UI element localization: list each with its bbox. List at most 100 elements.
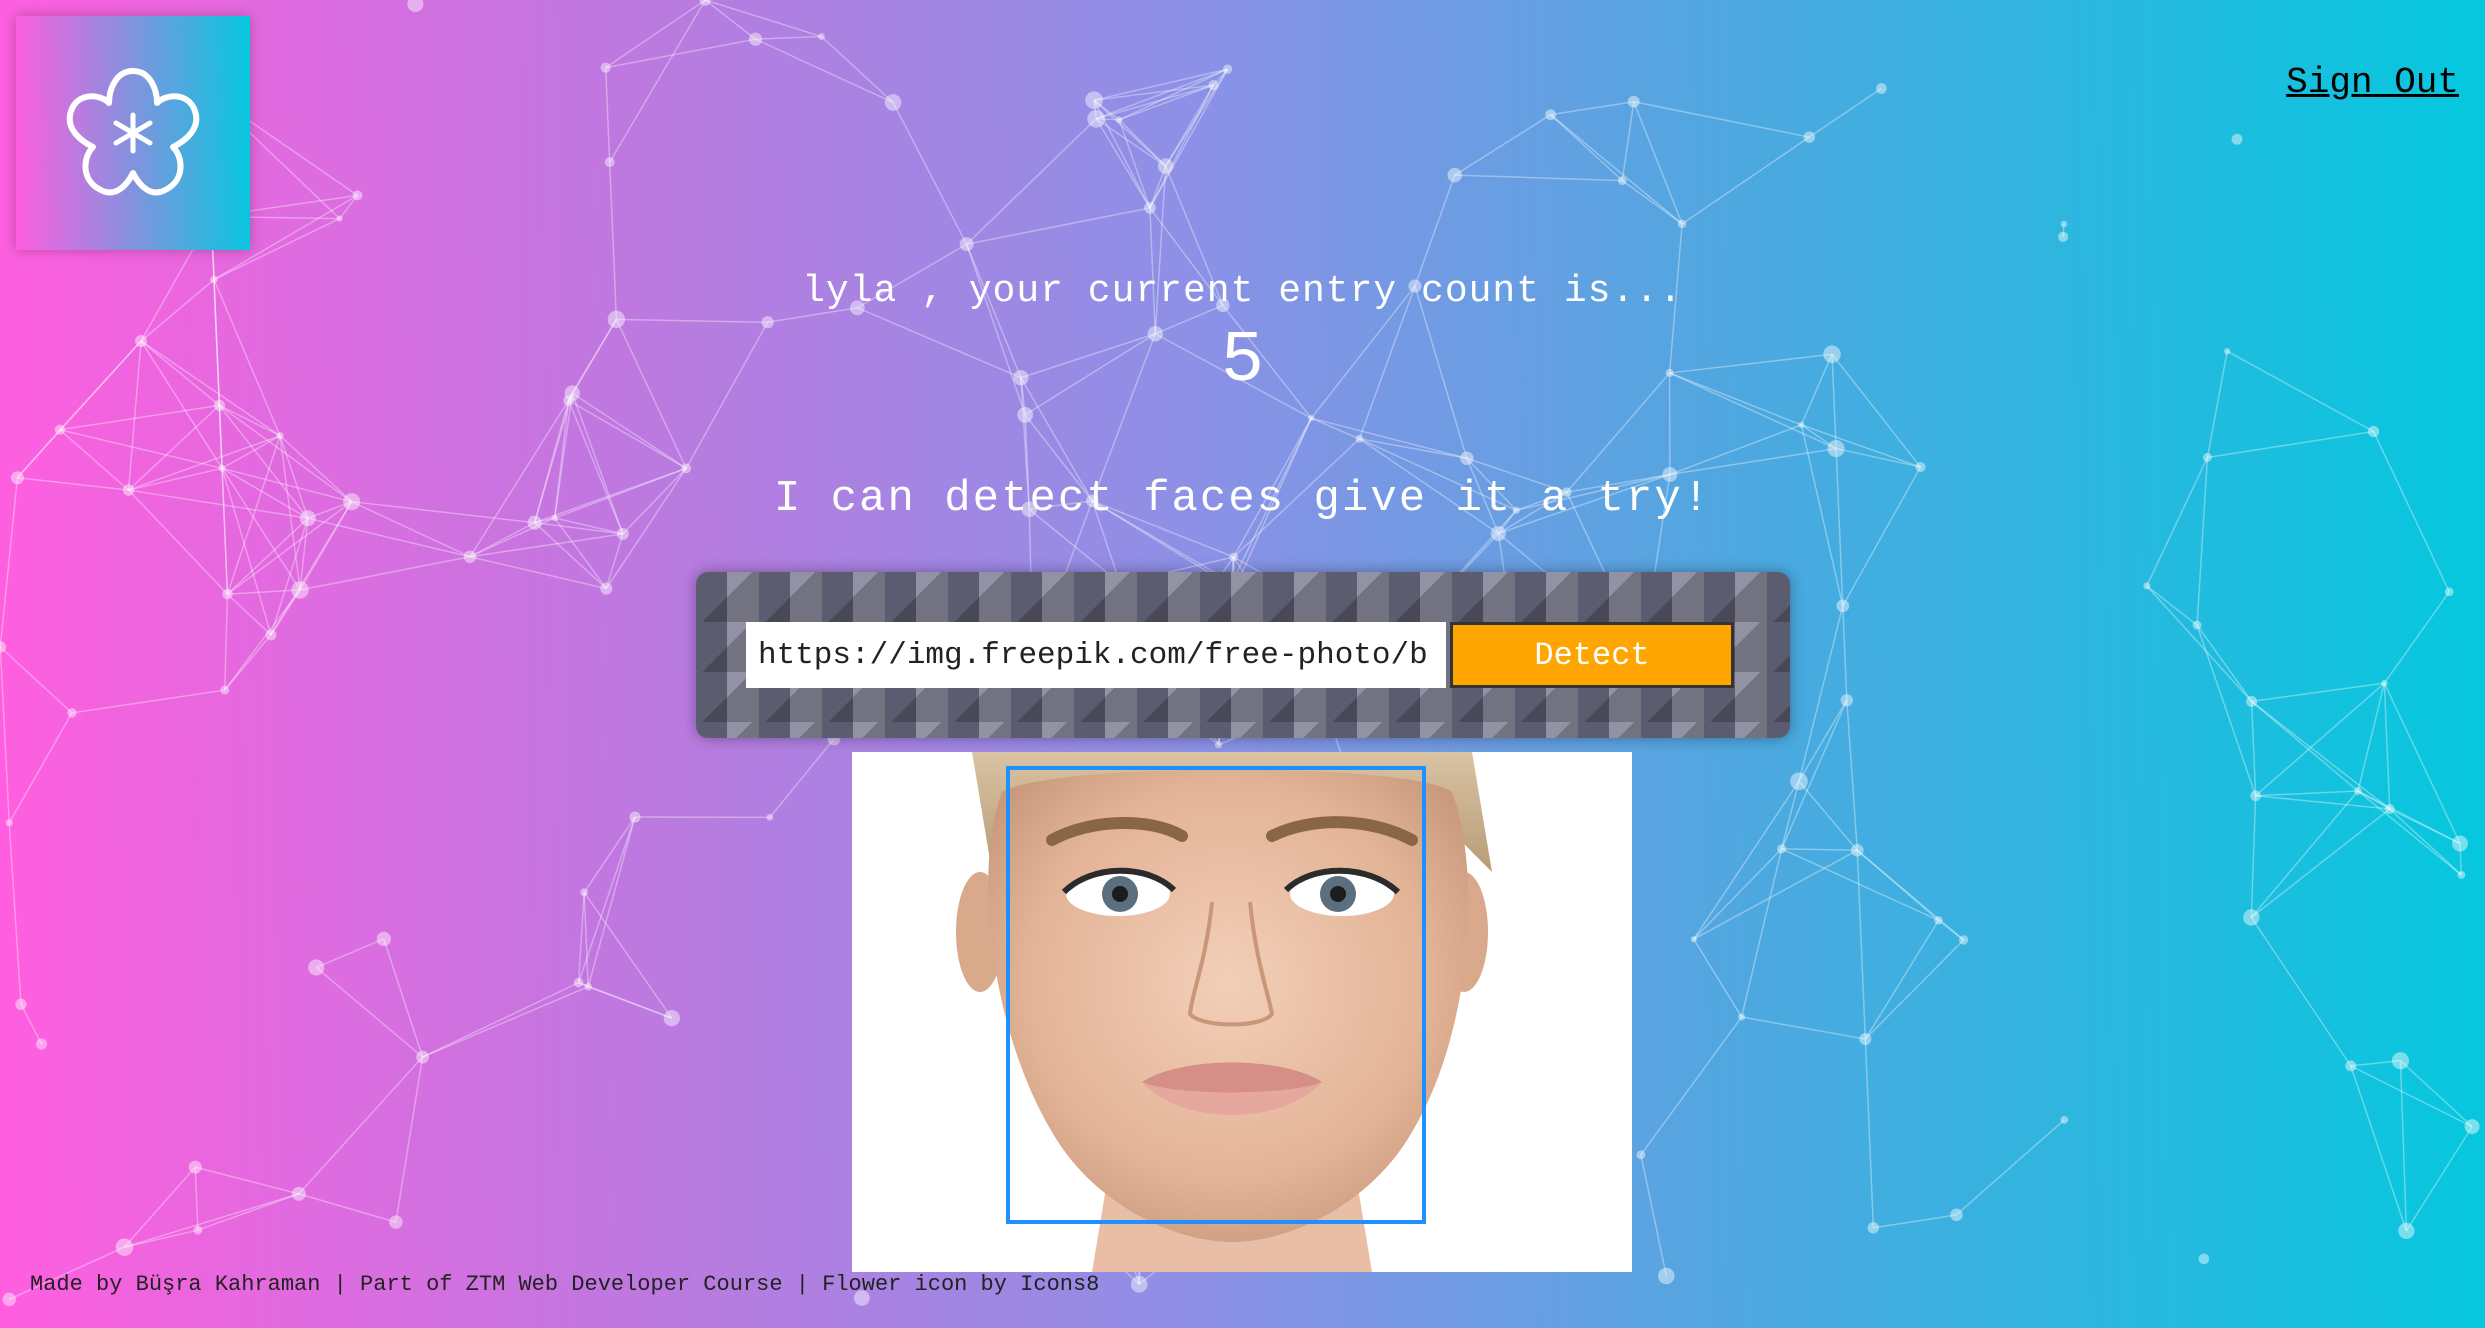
particle-dot <box>2192 620 2202 630</box>
particle-link <box>2350 1065 2473 1128</box>
particle-link <box>583 816 636 893</box>
particle-link <box>219 404 281 437</box>
particle-link <box>609 0 706 163</box>
particle-link <box>1093 84 1214 101</box>
particle-link <box>2250 917 2352 1067</box>
logo[interactable] <box>16 16 250 250</box>
particle-dot <box>15 998 27 1011</box>
sign-out-link[interactable]: Sign Out <box>2286 62 2459 103</box>
particle-link <box>2250 701 2257 796</box>
image-url-input[interactable] <box>746 622 1446 688</box>
particle-dot <box>1777 844 1787 854</box>
particle-dot <box>1840 694 1853 707</box>
particle-link <box>1864 939 1965 1040</box>
particle-link <box>307 517 471 558</box>
particle-link <box>1864 1039 1875 1228</box>
particle-link <box>2389 808 2462 876</box>
particle-dot <box>54 424 66 435</box>
particle-dot <box>2202 452 2212 462</box>
particle-dot <box>1827 439 1845 458</box>
particle-dot <box>352 190 363 201</box>
particle-link <box>583 892 589 987</box>
particle-dot <box>308 959 325 976</box>
particle-link <box>422 986 589 1058</box>
particle-dot <box>884 94 902 111</box>
particle-link <box>578 981 673 1019</box>
particle-link <box>2250 795 2257 918</box>
particle-link <box>0 646 10 823</box>
particle-link <box>2250 790 2359 918</box>
particle-link <box>2399 1060 2473 1128</box>
particle-link <box>1149 84 1215 209</box>
particle-dot <box>1208 79 1219 91</box>
page-tagline: I can detect faces give it a try! <box>773 474 1712 524</box>
particle-dot <box>2398 1222 2415 1240</box>
particle-dot <box>115 1238 134 1256</box>
particle-dot <box>2243 909 2260 926</box>
particle-link <box>2350 1065 2408 1232</box>
particle-link <box>1856 850 1867 1040</box>
particle-dot <box>1677 219 1687 229</box>
particle-dot <box>2231 133 2243 145</box>
particle-dot <box>222 588 233 600</box>
particle-dot <box>1915 461 1926 473</box>
particle-link <box>2196 624 2253 702</box>
particle-dot <box>1017 406 1034 423</box>
particle-dot <box>291 581 309 599</box>
particle-dot <box>681 463 692 474</box>
particle-link <box>2405 1126 2473 1232</box>
particle-link <box>2146 585 2253 702</box>
particle-dot <box>2354 787 2362 795</box>
particle-dot <box>580 888 589 897</box>
particle-dot <box>2444 587 2454 597</box>
particle-link <box>298 1193 397 1223</box>
particle-dot <box>1115 116 1123 124</box>
particle-dot <box>2381 679 2388 687</box>
particle-dot <box>1144 202 1156 214</box>
particle-link <box>1693 938 1743 1018</box>
particle-dot <box>2143 582 2151 590</box>
particle-dot <box>1214 741 1223 749</box>
particle-link <box>2146 585 2198 626</box>
particle-link <box>124 1229 199 1248</box>
particle-dot <box>2060 220 2068 228</box>
particle-link <box>299 556 471 591</box>
particle-link <box>2383 591 2450 684</box>
particle-dot <box>291 1186 306 1201</box>
particle-link <box>2357 683 2386 792</box>
particle-dot <box>959 237 974 252</box>
particle-dot <box>1130 1275 1148 1293</box>
detect-button[interactable]: Detect <box>1450 622 1734 688</box>
particle-dot <box>2 1292 17 1307</box>
particle-dot <box>1859 1033 1872 1046</box>
particle-link <box>1693 849 1858 940</box>
particle-link <box>769 738 835 818</box>
particle-link <box>2383 683 2391 810</box>
particle-dot <box>1790 772 1808 791</box>
particle-dot <box>1950 1208 1963 1222</box>
particle-dot <box>218 464 226 472</box>
flower-icon <box>66 68 200 196</box>
particle-link <box>2250 808 2391 919</box>
particle-dot <box>1850 843 1864 857</box>
particle-link <box>892 102 968 245</box>
particle-link <box>197 1193 300 1231</box>
particle-link <box>1640 1016 1743 1156</box>
particle-link <box>568 399 687 469</box>
particle-link <box>1681 136 1810 225</box>
particle-dot <box>407 0 424 12</box>
particle-dot <box>1085 91 1103 110</box>
particle-dot <box>748 32 763 46</box>
entry-count-greeting: lyla , your current entry count is... <box>802 270 1683 313</box>
particle-dot <box>276 432 284 440</box>
particle-dot <box>2345 1060 2357 1072</box>
particle-dot <box>600 582 613 595</box>
particle-link <box>1550 114 1683 225</box>
particle-link <box>705 0 822 38</box>
particle-link <box>8 712 73 824</box>
particle-link <box>20 1004 43 1045</box>
particle-dot <box>699 0 711 6</box>
particle-link <box>0 646 73 714</box>
particle-link <box>821 35 894 104</box>
particle-link <box>966 207 1151 245</box>
